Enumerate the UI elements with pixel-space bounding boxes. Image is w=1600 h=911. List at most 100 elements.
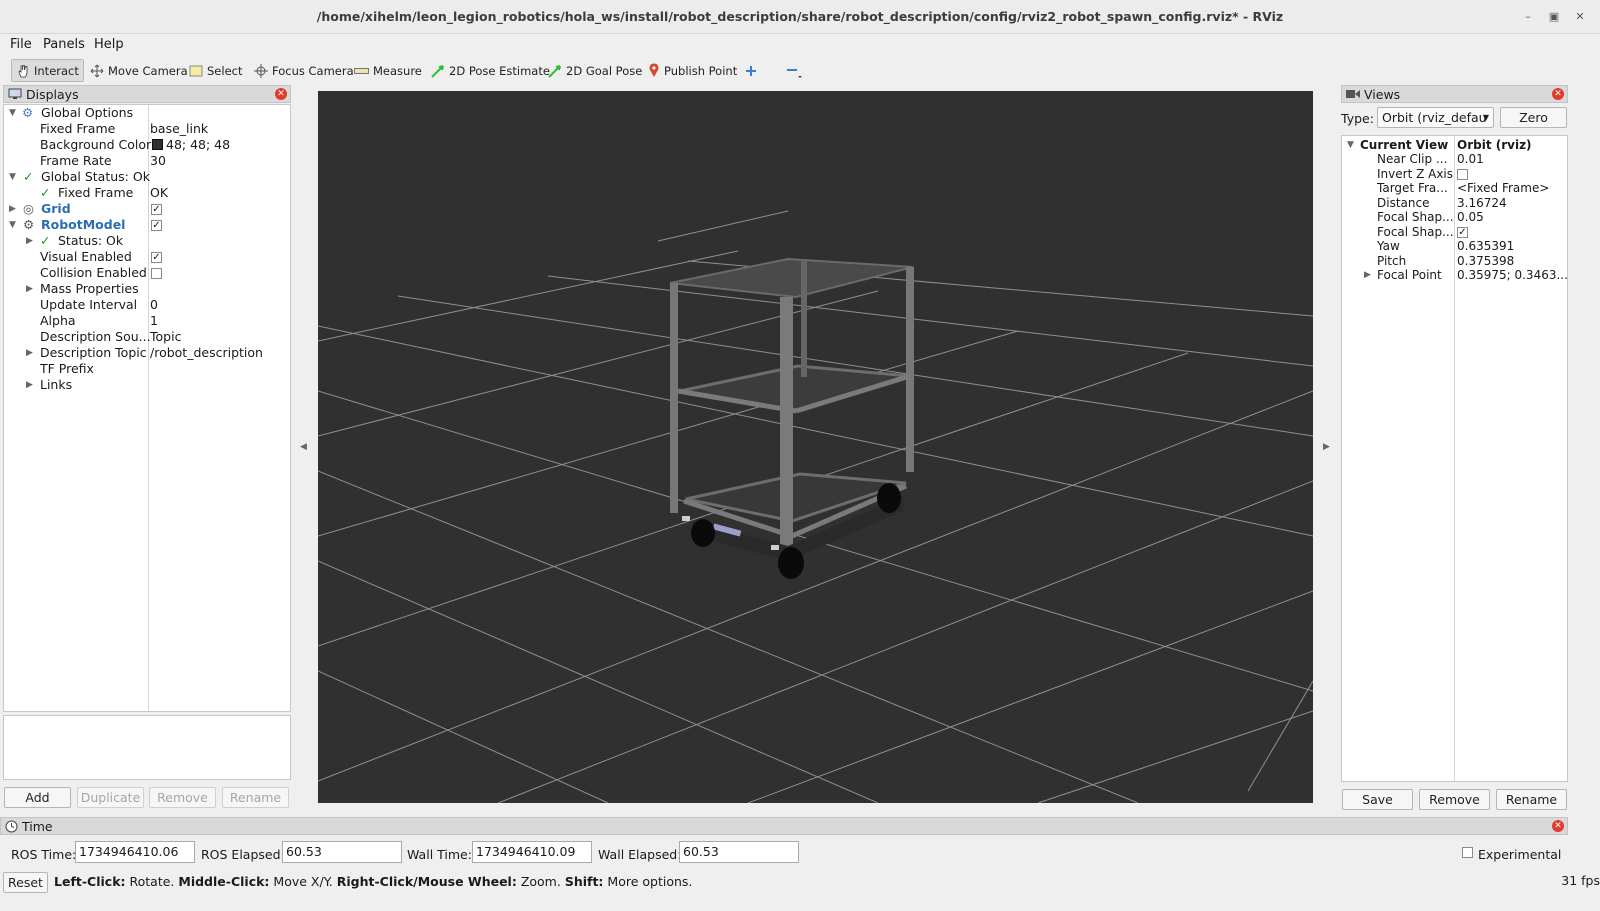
tree-value[interactable]: 3.16724 bbox=[1457, 196, 1507, 210]
menu-help[interactable]: Help bbox=[94, 37, 124, 52]
move-camera-tool[interactable]: Move Camera bbox=[86, 59, 192, 82]
clock-icon bbox=[5, 820, 18, 832]
menu-panels[interactable]: Panels bbox=[43, 37, 85, 52]
collapse-arrow-icon[interactable]: ▼ bbox=[9, 169, 16, 185]
view-row-focal-point[interactable]: ▶ Focal Point 0.35975; 0.3463... bbox=[1342, 268, 1568, 282]
save-view-button[interactable]: Save bbox=[1342, 789, 1413, 810]
left-splitter-arrow-icon[interactable]: ◀ bbox=[300, 442, 307, 452]
right-splitter-arrow-icon[interactable]: ▶ bbox=[1323, 442, 1330, 452]
fixed-frame-value[interactable]: base_link bbox=[150, 121, 208, 137]
view-row-distance[interactable]: Distance 3.16724 bbox=[1342, 196, 1568, 210]
view-row-target-frame[interactable]: Target Fra... <Fixed Frame> bbox=[1342, 181, 1568, 195]
close-icon[interactable]: ✕ bbox=[1572, 9, 1588, 25]
invert-z-checkbox[interactable] bbox=[1457, 169, 1468, 180]
view-row-current-view[interactable]: ▼ Current View Orbit (rviz) bbox=[1342, 138, 1568, 152]
expand-arrow-icon[interactable]: ▶ bbox=[26, 345, 33, 361]
views-close-icon[interactable]: ✕ bbox=[1552, 88, 1564, 100]
collapse-arrow-icon[interactable]: ▼ bbox=[9, 105, 16, 121]
focus-camera-tool[interactable]: Focus Camera bbox=[250, 59, 358, 82]
menu-file[interactable]: File bbox=[10, 37, 32, 52]
tree-row-links[interactable]: ▶ Links bbox=[4, 377, 290, 393]
ros-time-field[interactable]: 1734946410.06 bbox=[75, 841, 195, 863]
maximize-icon[interactable]: ▣ bbox=[1546, 9, 1562, 25]
view-row-invert-z[interactable]: Invert Z Axis bbox=[1342, 167, 1568, 181]
description-source-value[interactable]: Topic bbox=[150, 329, 181, 345]
tree-row-update-interval[interactable]: Update Interval 0 bbox=[4, 297, 290, 313]
tree-row-status-fixed-frame[interactable]: ✓ Fixed Frame OK bbox=[4, 185, 290, 201]
tree-row-robot-model[interactable]: ▼ ⚙ RobotModel ✓ bbox=[4, 217, 290, 233]
update-interval-value[interactable]: 0 bbox=[150, 297, 158, 313]
rename-view-button[interactable]: Rename bbox=[1496, 789, 1567, 810]
minimize-icon[interactable]: – bbox=[1520, 9, 1536, 25]
add-display-button[interactable]: Add bbox=[4, 787, 71, 808]
description-topic-value[interactable]: /robot_description bbox=[150, 345, 263, 361]
displays-close-icon[interactable]: ✕ bbox=[275, 88, 287, 100]
tree-row-rm-status[interactable]: ▶ ✓ Status: Ok bbox=[4, 233, 290, 249]
tree-row-tf-prefix[interactable]: TF Prefix bbox=[4, 361, 290, 377]
expand-arrow-icon[interactable]: ▶ bbox=[9, 201, 16, 217]
robot-model-enabled-checkbox[interactable]: ✓ bbox=[151, 220, 162, 231]
zero-view-button[interactable]: Zero bbox=[1500, 107, 1567, 128]
pose-estimate-tool[interactable]: 2D Pose Estimate bbox=[427, 59, 554, 82]
duplicate-display-button[interactable]: Duplicate bbox=[77, 787, 144, 808]
displays-tree: ▼ ⚙ Global Options Fixed Frame base_link… bbox=[3, 104, 291, 712]
tree-row-alpha[interactable]: Alpha 1 bbox=[4, 313, 290, 329]
tree-value[interactable]: 0.635391 bbox=[1457, 239, 1514, 253]
tree-row-grid[interactable]: ▶ ◎ Grid ✓ bbox=[4, 201, 290, 217]
tree-row-background-color[interactable]: Background Color 48; 48; 48 bbox=[4, 137, 290, 153]
tree-value[interactable]: <Fixed Frame> bbox=[1457, 181, 1549, 195]
render-viewport[interactable] bbox=[317, 91, 1314, 804]
view-row-pitch[interactable]: Pitch 0.375398 bbox=[1342, 254, 1568, 268]
tree-row-global-options[interactable]: ▼ ⚙ Global Options bbox=[4, 105, 290, 121]
tree-row-description-topic[interactable]: ▶ Description Topic /robot_description bbox=[4, 345, 290, 361]
measure-tool[interactable]: Measure bbox=[350, 59, 426, 82]
expand-arrow-icon[interactable]: ▶ bbox=[26, 377, 33, 393]
collision-enabled-checkbox[interactable] bbox=[151, 268, 162, 279]
view-type-select[interactable]: Orbit (rviz_defau ▼ bbox=[1377, 107, 1494, 128]
remove-tool-button[interactable] bbox=[780, 59, 806, 82]
tree-value[interactable]: 0.375398 bbox=[1457, 254, 1514, 268]
view-row-near-clip[interactable]: Near Clip ... 0.01 bbox=[1342, 152, 1568, 166]
goal-pose-tool[interactable]: 2D Goal Pose bbox=[544, 59, 646, 82]
reset-button[interactable]: Reset bbox=[3, 872, 48, 893]
ros-elapsed-field[interactable]: 60.53 bbox=[282, 841, 402, 863]
expand-arrow-icon[interactable]: ▶ bbox=[26, 281, 33, 297]
tree-label: Global Options bbox=[41, 105, 134, 120]
wall-time-field[interactable]: 1734946410.09 bbox=[472, 841, 592, 863]
wall-elapsed-field[interactable]: 60.53 bbox=[679, 841, 799, 863]
view-row-focal-shape-fixed[interactable]: Focal Shap... ✓ bbox=[1342, 225, 1568, 239]
tree-value[interactable]: 0.05 bbox=[1457, 210, 1484, 224]
frame-rate-value[interactable]: 30 bbox=[150, 153, 166, 169]
remove-display-button[interactable]: Remove bbox=[149, 787, 216, 808]
time-close-icon[interactable]: ✕ bbox=[1552, 820, 1564, 832]
focal-shape-fixed-checkbox[interactable]: ✓ bbox=[1457, 227, 1468, 238]
tree-label: Yaw bbox=[1377, 239, 1400, 253]
collapse-arrow-icon[interactable]: ▼ bbox=[9, 217, 16, 233]
tree-row-visual-enabled[interactable]: Visual Enabled ✓ bbox=[4, 249, 290, 265]
publish-point-tool[interactable]: Publish Point bbox=[644, 59, 741, 82]
tree-row-fixed-frame[interactable]: Fixed Frame base_link bbox=[4, 121, 290, 137]
interact-tool[interactable]: Interact bbox=[11, 59, 84, 82]
add-tool-button[interactable] bbox=[740, 59, 762, 82]
expand-arrow-icon[interactable]: ▶ bbox=[26, 233, 33, 249]
expand-arrow-icon[interactable]: ▶ bbox=[1364, 268, 1371, 282]
visual-enabled-checkbox[interactable]: ✓ bbox=[151, 252, 162, 263]
select-tool[interactable]: Select bbox=[185, 59, 246, 82]
view-row-focal-shape-size[interactable]: Focal Shap... 0.05 bbox=[1342, 210, 1568, 224]
remove-view-button[interactable]: Remove bbox=[1419, 789, 1490, 810]
collapse-arrow-icon[interactable]: ▼ bbox=[1347, 138, 1354, 152]
scene-3d bbox=[317, 210, 1314, 804]
tree-value[interactable]: 0.01 bbox=[1457, 152, 1484, 166]
alpha-value[interactable]: 1 bbox=[150, 313, 158, 329]
grid-enabled-checkbox[interactable]: ✓ bbox=[151, 204, 162, 215]
tree-row-global-status[interactable]: ▼ ✓ Global Status: Ok bbox=[4, 169, 290, 185]
tree-row-mass-properties[interactable]: ▶ Mass Properties bbox=[4, 281, 290, 297]
view-row-yaw[interactable]: Yaw 0.635391 bbox=[1342, 239, 1568, 253]
tree-row-frame-rate[interactable]: Frame Rate 30 bbox=[4, 153, 290, 169]
experimental-checkbox[interactable] bbox=[1462, 847, 1473, 858]
background-color-value[interactable]: 48; 48; 48 bbox=[152, 137, 230, 153]
tree-row-collision-enabled[interactable]: Collision Enabled bbox=[4, 265, 290, 281]
rename-display-button[interactable]: Rename bbox=[222, 787, 289, 808]
tree-value[interactable]: 0.35975; 0.3463... bbox=[1457, 268, 1568, 282]
tree-row-description-source[interactable]: Description Sou... Topic bbox=[4, 329, 290, 345]
